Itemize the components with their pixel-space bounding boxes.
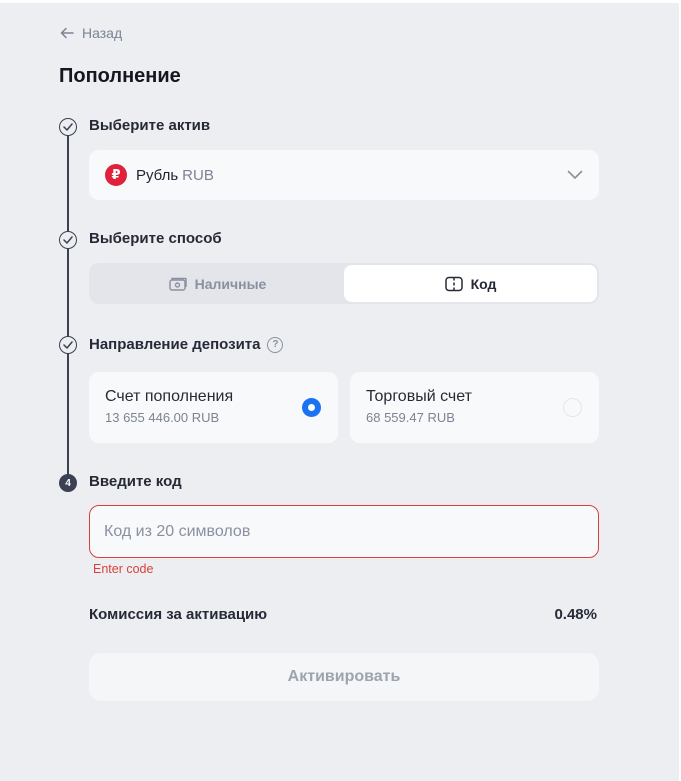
step-asset-label: Выберите актив [89, 117, 210, 134]
asset-code: RUB [182, 166, 214, 184]
code-input[interactable] [89, 505, 599, 558]
step-direction-label-text: Направление депозита [89, 336, 261, 353]
account-radio-selected[interactable] [302, 398, 321, 417]
help-icon[interactable]: ? [267, 336, 284, 353]
step-1-check-icon [59, 118, 77, 136]
back-link[interactable]: Назад [60, 25, 122, 41]
account-balance: 68 559.47 RUB [366, 410, 455, 425]
code-error-text: Enter code [93, 562, 154, 576]
step-code-label-text: Введите код [89, 473, 182, 490]
method-code-label: Код [470, 275, 497, 292]
code-card-icon [444, 276, 463, 291]
step-code-label: Введите код [89, 473, 182, 490]
method-cash-label: Наличные [194, 275, 267, 292]
step-method-label: Выберите способ [89, 230, 222, 247]
account-title: Торговый счет [366, 388, 472, 405]
cash-icon [168, 277, 187, 291]
page-title: Пополнение [59, 65, 181, 87]
method-segmented-control: Наличные Код [89, 263, 599, 304]
asset-name: Рубль [136, 166, 179, 184]
account-card-deposit[interactable]: Счет пополнения 13 655 446.00 RUB [89, 372, 338, 443]
account-balance: 13 655 446.00 RUB [105, 410, 220, 425]
back-label: Назад [82, 25, 123, 41]
fee-label: Комиссия за активацию [89, 606, 268, 623]
activate-button[interactable]: Активировать [89, 653, 599, 701]
step-2-check-icon [59, 231, 77, 249]
deposit-page: Назад Пополнение Выберите актив ₽ Рубль … [0, 0, 681, 781]
fee-value: 0.48% [554, 606, 597, 623]
chevron-down-icon [567, 170, 583, 179]
method-code-tab[interactable]: Код [344, 265, 597, 302]
step-3-check-icon [59, 336, 77, 354]
account-card-trading[interactable]: Торговый счет 68 559.47 RUB [350, 372, 599, 443]
step-direction-label: Направление депозита ? [89, 336, 284, 353]
step-method-label-text: Выберите способ [89, 230, 222, 247]
account-title: Счет пополнения [105, 388, 234, 405]
step-4-number: 4 [59, 474, 77, 492]
method-cash-tab[interactable]: Наличные [91, 265, 344, 302]
stepper-rail [67, 135, 69, 475]
asset-select[interactable]: ₽ Рубль RUB [89, 150, 599, 200]
step-asset-label-text: Выберите актив [89, 117, 211, 134]
account-radio[interactable] [563, 398, 582, 417]
arrow-left-icon [60, 27, 74, 39]
ruble-icon: ₽ [105, 164, 127, 186]
